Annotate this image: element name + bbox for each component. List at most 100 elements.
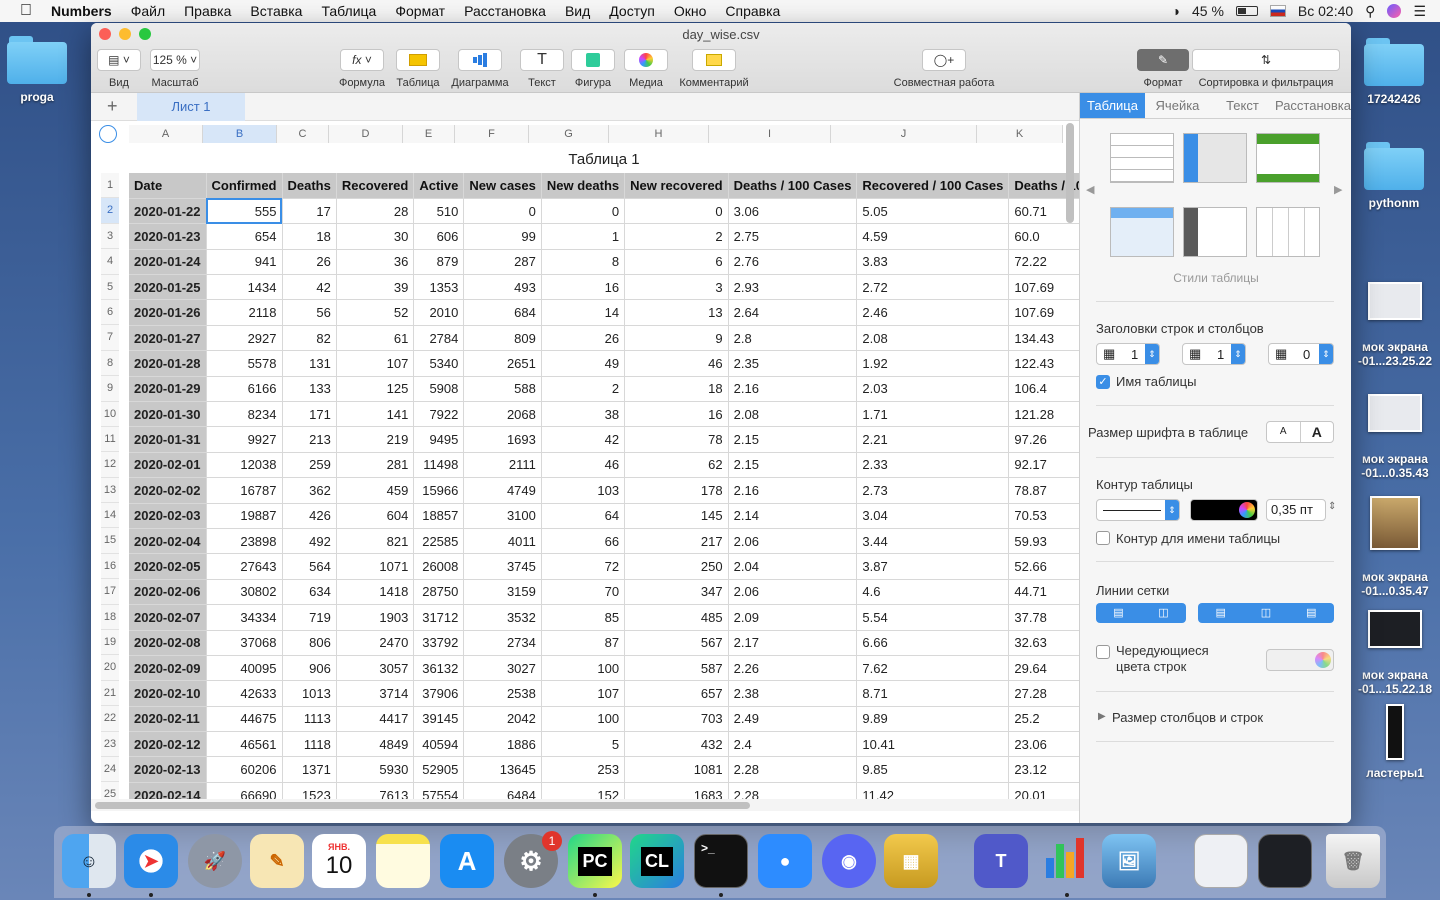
table-cell[interactable]: 70 [541,579,626,606]
column-header[interactable]: F [455,125,529,143]
table-cell[interactable]: 107 [336,350,415,377]
table-cell[interactable]: 0 [624,198,729,225]
styles-prev-icon[interactable]: ◀ [1086,183,1094,196]
folder-17242426[interactable]: 17242426 [1349,38,1439,106]
row-header-cell[interactable]: 2020-01-22 [129,198,207,225]
header-cols-stepper[interactable]: ▦ 1 ⇕ [1182,343,1246,365]
table-cell[interactable]: 92.17 [1008,452,1079,479]
input-language-flag-icon[interactable] [1269,5,1286,17]
table-cell[interactable]: 87 [541,630,626,656]
table-cell[interactable]: 719 [282,604,337,631]
row-number[interactable]: 17 [101,579,119,605]
table-cell[interactable]: 253 [541,756,626,783]
table-cell[interactable]: 32.63 [1008,630,1079,656]
table-cell[interactable]: 66 [541,528,626,555]
table-cell[interactable]: 1353 [413,274,465,301]
table-cell[interactable]: 2784 [413,325,465,352]
table-cell[interactable]: 39145 [413,706,465,733]
row-header-cell[interactable]: 2020-01-25 [129,274,207,301]
menu-help[interactable]: Справка [725,3,780,19]
table-cell[interactable]: 4.59 [856,223,1010,250]
table-style-5[interactable] [1183,207,1247,257]
table-cell[interactable]: 604 [336,503,415,529]
table-cell[interactable]: 145 [624,503,729,529]
table-cell[interactable]: 16 [541,274,626,301]
zoom-select[interactable]: 125 % ˅ Масштаб [149,49,201,89]
table-cell[interactable]: 2.28 [728,756,858,783]
stepper-arrows-icon[interactable]: ⇕ [1231,344,1245,364]
table-cell[interactable]: 4849 [336,731,415,758]
color-wheel-icon[interactable] [1239,502,1255,518]
table-cell[interactable]: 426 [282,503,337,529]
column-header[interactable]: J [831,125,977,143]
horizontal-scrollbar[interactable] [91,799,1079,811]
table-cell[interactable]: 36 [336,249,415,276]
gridlines-body-horizontal-icon[interactable]: ▤ [1198,603,1243,623]
table-cell[interactable]: 30802 [206,579,283,606]
outline-style-select[interactable]: ⇕ [1096,499,1180,521]
column-header[interactable]: B [203,125,277,143]
table-cell[interactable]: 588 [463,376,542,403]
collaborate-button[interactable]: ◯+ Совместная работа [889,49,999,89]
table-cell[interactable]: 131 [282,350,337,377]
header-cell[interactable]: Recovered / 100 Cases [856,173,1010,199]
row-number[interactable]: 13 [101,477,119,504]
outline-color-well[interactable] [1190,499,1258,521]
table-cell[interactable]: 2.8 [728,325,858,352]
screenshot-file[interactable]: ластеры1 [1349,704,1440,780]
table-cell[interactable]: 1693 [463,426,542,453]
table-cell[interactable]: 100 [541,655,626,682]
increase-font-button[interactable]: A [1301,422,1334,442]
table-cell[interactable]: 26 [282,249,337,276]
table-cell[interactable]: 52905 [413,756,465,783]
header-cell[interactable]: Recovered [336,173,415,199]
table-cell[interactable]: 2.16 [728,477,858,504]
gridlines-footer-icon[interactable]: ▤ [1289,603,1334,623]
trash-icon[interactable]: 🗑 [1326,834,1380,888]
table-cell[interactable]: 78.87 [1008,477,1079,504]
table-cell[interactable]: 17 [282,198,337,225]
row-header-cell[interactable]: 2020-02-08 [129,630,207,656]
table-cell[interactable]: 2.14 [728,503,858,529]
outline-width-field[interactable]: 0,35 пт [1266,499,1326,521]
table-cell[interactable]: 2.15 [728,426,858,453]
table-cell[interactable]: 37068 [206,630,283,656]
header-cell[interactable]: Active [413,173,465,199]
table-cell[interactable]: 5.05 [856,198,1010,225]
table-cell[interactable]: 2.21 [856,426,1010,453]
table-cell[interactable]: 2734 [463,630,542,656]
row-number[interactable]: 16 [101,553,119,580]
table-cell[interactable]: 5340 [413,350,465,377]
table-cell[interactable]: 2.09 [728,604,858,631]
table-name[interactable]: Таблица 1 [129,147,1079,173]
screenshot-file[interactable]: мок экрана -01...23.25.22 [1349,268,1440,382]
table-cell[interactable]: 2.73 [856,477,1010,504]
table-cell[interactable]: 22585 [413,528,465,555]
table-cell[interactable]: 3100 [463,503,542,529]
table-cell[interactable]: 72 [541,553,626,580]
row-header-cell[interactable]: 2020-01-30 [129,401,207,428]
row-number[interactable]: 1 [101,173,119,199]
column-header[interactable]: H [609,125,709,143]
table-cell[interactable]: 42633 [206,680,283,707]
disclosure-triangle-icon[interactable]: ▶ [1098,711,1106,722]
table-cell[interactable]: 3057 [336,655,415,682]
table-cell[interactable]: 9.85 [856,756,1010,783]
table-cell[interactable]: 36132 [413,655,465,682]
table-cell[interactable]: 567 [624,630,729,656]
table-cell[interactable]: 6.66 [856,630,1010,656]
formula-button[interactable]: fx ˅ Формула [335,49,389,89]
table-cell[interactable]: 141 [336,401,415,428]
row-number[interactable]: 14 [101,503,119,529]
table-cell[interactable]: 103 [541,477,626,504]
table-cell[interactable]: 16 [624,401,729,428]
table-cell[interactable]: 31712 [413,604,465,631]
table-cell[interactable]: 492 [282,528,337,555]
row-number[interactable]: 7 [101,325,119,351]
table-cell[interactable]: 2.76 [728,249,858,276]
table-cell[interactable]: 1113 [282,706,337,733]
data-table[interactable]: Date Confirmed Deaths Recovered Active New ca… [129,173,1079,809]
row-number[interactable]: 2 [101,198,119,224]
table-cell[interactable]: 72.22 [1008,249,1079,276]
row-number[interactable]: 12 [101,452,119,478]
